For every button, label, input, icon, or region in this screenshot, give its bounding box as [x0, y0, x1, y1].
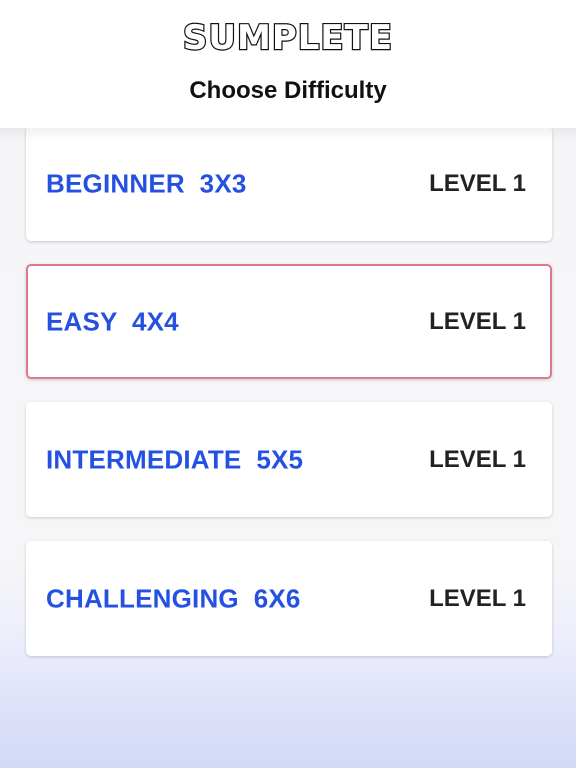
difficulty-level: LEVEL 1 [429, 307, 526, 335]
difficulty-level: LEVEL 1 [429, 584, 526, 612]
difficulty-card-easy[interactable]: EASY 4X4 LEVEL 1 [26, 264, 552, 379]
app-title: SUMPLETE [182, 17, 394, 59]
difficulty-card-beginner[interactable]: BEGINNER 3X3 LEVEL 1 [26, 126, 552, 241]
app-header: SUMPLETE Choose Difficulty [0, 0, 576, 128]
difficulty-name: EASY 4X4 [46, 306, 179, 336]
difficulty-name: CHALLENGING 6X6 [46, 583, 301, 613]
difficulty-card-challenging[interactable]: CHALLENGING 6X6 LEVEL 1 [26, 541, 552, 656]
difficulty-card-intermediate[interactable]: INTERMEDIATE 5X5 LEVEL 1 [26, 402, 552, 517]
difficulty-name: BEGINNER 3X3 [46, 168, 247, 198]
difficulty-level: LEVEL 1 [429, 169, 526, 197]
difficulty-name: INTERMEDIATE 5X5 [46, 444, 304, 474]
page-subtitle: Choose Difficulty [189, 77, 387, 104]
header-divider [0, 128, 576, 142]
difficulty-level: LEVEL 1 [429, 445, 526, 473]
